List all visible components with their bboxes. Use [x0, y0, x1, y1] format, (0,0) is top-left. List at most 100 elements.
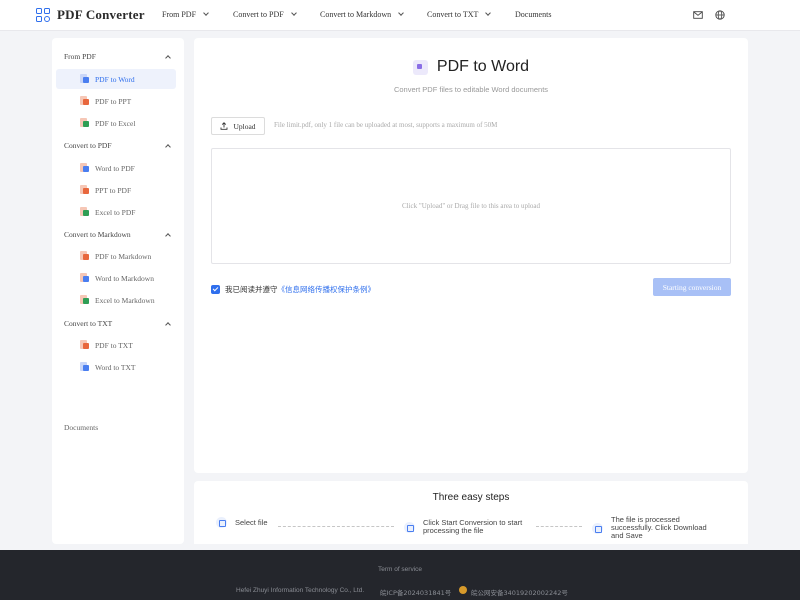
steps-panel: Three easy steps Select file Click Start… — [194, 481, 748, 544]
sidebar-item-pdf-to-txt[interactable]: PDF to TXT — [56, 335, 176, 355]
agreement-link[interactable]: 《信息网络传播权保护条例》 — [278, 284, 376, 295]
police-record-link[interactable]: 皖公网安备34019202002242号 — [471, 587, 568, 597]
step-connector — [536, 526, 582, 527]
nav-convert-to-pdf[interactable]: Convert to PDF — [233, 10, 297, 19]
step-download: The file is processed successfully. Click… — [592, 516, 707, 540]
sidebar-item-excel-to-pdf[interactable]: Excel to PDF — [56, 202, 176, 222]
nav-from-pdf[interactable]: From PDF — [162, 10, 209, 19]
sidebar-item-excel-to-markdown[interactable]: Excel to Markdown — [56, 290, 176, 310]
sidebar-item-ppt-to-pdf[interactable]: PPT to PDF — [56, 180, 176, 200]
chevron-up-icon — [165, 321, 171, 328]
mail-icon[interactable] — [693, 10, 703, 20]
sidebar-item-label: Word to TXT — [95, 362, 136, 372]
sidebar-item-word-to-txt[interactable]: Word to TXT — [56, 357, 176, 377]
nav-label: Convert to Markdown — [320, 10, 392, 19]
nav-label: Convert to PDF — [233, 10, 284, 19]
sidebar-item-label: PDF to TXT — [95, 340, 133, 350]
nav-label: From PDF — [162, 10, 197, 19]
chevron-down-icon — [398, 10, 404, 16]
sidebar-item-label: PDF to Word — [95, 74, 135, 84]
chevron-down-icon — [203, 10, 209, 16]
step-text: The file is processed successfully. Click… — [611, 515, 707, 540]
step-text: Select file — [235, 517, 268, 527]
nav-label: Convert to TXT — [427, 10, 479, 19]
upload-button[interactable]: Upload — [211, 117, 265, 135]
sidebar-section-convert-to-txt[interactable]: Convert to TXT — [64, 319, 172, 328]
agreement-row: 我已阅读并遵守 《信息网络传播权保护条例》 — [211, 284, 375, 295]
upload-label: Upload — [233, 121, 256, 131]
chevron-down-icon — [290, 10, 297, 16]
sidebar-section-from-pdf[interactable]: From PDF — [64, 52, 172, 61]
dropzone-text: Click "Upload" or Drag file to this area… — [401, 202, 541, 210]
terms-of-service-link[interactable]: Term of service — [0, 566, 800, 573]
word-file-icon — [80, 163, 89, 173]
sidebar-section-convert-to-pdf[interactable]: Convert to PDF — [64, 141, 172, 150]
chevron-up-icon — [165, 232, 171, 239]
word-file-icon — [80, 273, 89, 283]
nav-convert-to-txt[interactable]: Convert to TXT — [427, 10, 492, 19]
police-badge-icon — [459, 586, 467, 594]
pdf-to-word-icon — [412, 59, 428, 75]
excel-file-icon — [80, 295, 89, 305]
page-title: PDF to Word — [436, 58, 530, 75]
sidebar-item-word-to-pdf[interactable]: Word to PDF — [56, 158, 176, 178]
nav-label: Documents — [515, 10, 552, 19]
sidebar-item-label: PDF to Excel — [95, 118, 136, 128]
globe-icon[interactable] — [715, 10, 725, 20]
step-select-file: Select file — [216, 517, 268, 528]
chevron-up-icon — [165, 143, 171, 150]
sidebar-item-word-to-markdown[interactable]: Word to Markdown — [56, 268, 176, 288]
excel-file-icon — [80, 118, 89, 128]
pdf-file-icon — [80, 340, 89, 350]
sidebar-item-pdf-to-markdown[interactable]: PDF to Markdown — [56, 246, 176, 266]
footer: Term of service Hefei Zhuyi Information … — [0, 550, 800, 600]
section-title: Convert to Markdown — [64, 230, 131, 239]
document-step-icon — [404, 521, 415, 533]
start-conversion-button[interactable]: Starting conversion — [653, 278, 731, 296]
nav-convert-to-markdown[interactable]: Convert to Markdown — [320, 10, 404, 19]
download-step-icon — [592, 522, 603, 534]
sidebar-item-pdf-to-excel[interactable]: PDF to Excel — [56, 113, 176, 133]
sidebar: From PDF PDF to Word PDF to PPT PDF to E… — [52, 38, 184, 544]
sidebar-item-label: Word to PDF — [95, 163, 135, 173]
excel-file-icon — [80, 207, 89, 217]
ppt-file-icon — [80, 185, 89, 195]
icp-license-link[interactable]: 皖ICP备2024031841号 — [380, 587, 451, 597]
sidebar-item-label: Excel to PDF — [95, 207, 136, 217]
step-text: Click Start Conversion to start processin… — [423, 518, 523, 535]
ppt-file-icon — [80, 96, 89, 106]
top-navbar: PDF Converter From PDF Convert to PDF Co… — [0, 0, 800, 31]
agreement-text: 我已阅读并遵守 — [225, 285, 278, 294]
page-subtitle: Convert PDF files to editable Word docum… — [393, 85, 549, 94]
converter-panel: PDF to Word Convert PDF files to editabl… — [194, 38, 748, 473]
sidebar-item-label: Excel to Markdown — [95, 295, 155, 305]
step-connector — [278, 526, 394, 527]
sidebar-item-pdf-to-ppt[interactable]: PDF to PPT — [56, 91, 176, 111]
section-title: From PDF — [64, 52, 96, 61]
step-start-conversion: Click Start Conversion to start processin… — [404, 519, 522, 535]
nav-documents[interactable]: Documents — [515, 10, 551, 19]
chevron-up-icon — [165, 54, 171, 61]
word-file-icon — [80, 74, 89, 84]
chevron-down-icon — [485, 10, 492, 16]
sidebar-item-label: PDF to Markdown — [95, 251, 152, 261]
upload-dropzone[interactable]: Click "Upload" or Drag file to this area… — [211, 148, 731, 264]
sidebar-item-label: Word to Markdown — [95, 273, 154, 283]
pdf-file-icon — [80, 251, 89, 261]
logo-text: PDF Converter — [57, 7, 145, 22]
steps-title: Three easy steps — [432, 492, 510, 503]
section-title: Convert to PDF — [64, 141, 112, 150]
sidebar-documents-link[interactable]: Documents — [64, 423, 98, 432]
logo[interactable]: PDF Converter — [36, 7, 145, 23]
convert-label: Starting conversion — [662, 282, 722, 292]
word-file-icon — [80, 362, 89, 372]
sidebar-item-label: PPT to PDF — [95, 185, 132, 195]
agreement-checkbox[interactable] — [211, 285, 220, 294]
file-limit-text: File limit.pdf, only 1 file can be uploa… — [274, 121, 498, 129]
upload-icon — [221, 122, 228, 130]
sidebar-item-pdf-to-word[interactable]: PDF to Word — [56, 69, 176, 89]
sidebar-section-convert-to-markdown[interactable]: Convert to Markdown — [64, 230, 172, 239]
upload-step-icon — [216, 517, 227, 528]
page-title-row: PDF to Word — [194, 58, 748, 76]
section-title: Convert to TXT — [64, 319, 113, 328]
